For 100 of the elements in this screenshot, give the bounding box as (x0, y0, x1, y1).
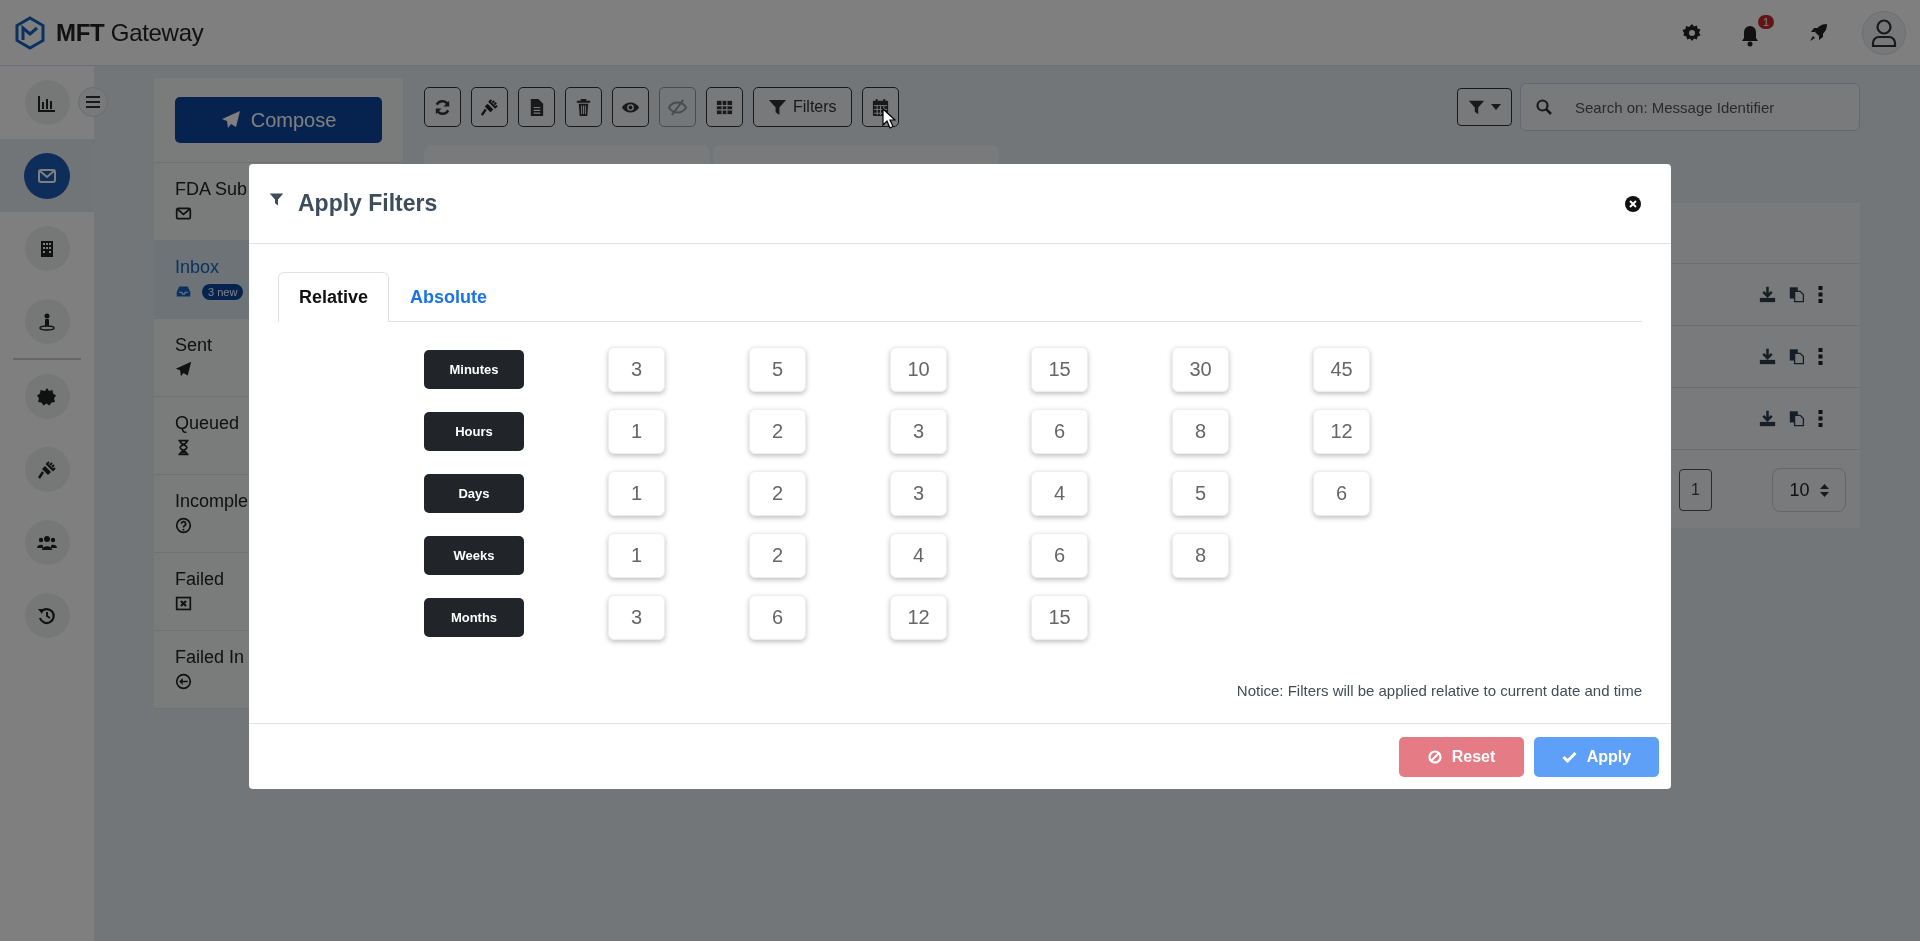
value-button[interactable]: 3 (608, 595, 665, 640)
value-button[interactable]: 1 (608, 471, 665, 516)
value-button[interactable]: 10 (890, 347, 947, 392)
brand-name: MFT Gateway (56, 18, 204, 47)
close-icon (1625, 195, 1641, 212)
bell-icon (1740, 24, 1760, 47)
value-button[interactable]: 12 (1313, 409, 1370, 454)
folder-label: Failed (175, 569, 225, 590)
filter-dropdown[interactable] (1457, 88, 1512, 126)
page-button[interactable]: 1 (1679, 469, 1712, 511)
value-button[interactable]: 3 (890, 471, 947, 516)
notification-count: 1 (1757, 14, 1774, 29)
value-button[interactable]: 45 (1313, 347, 1370, 392)
compose-button[interactable]: Compose (175, 97, 382, 143)
nav-button[interactable] (24, 520, 70, 565)
value-button[interactable]: 1 (608, 533, 665, 578)
value-button[interactable]: 2 (749, 533, 806, 578)
value-button[interactable]: 6 (1031, 533, 1088, 578)
folder-label: Inbox (175, 257, 220, 278)
person-pin-icon (37, 311, 57, 332)
rocket-icon (1808, 22, 1828, 43)
user-icon (1870, 17, 1898, 48)
sort-icon (1819, 483, 1829, 497)
cursor-icon (882, 108, 896, 129)
value-button[interactable]: 5 (1172, 471, 1229, 516)
trash-icon (574, 97, 593, 117)
unit-label: Weeks (424, 536, 524, 575)
nav-button[interactable] (24, 152, 70, 199)
nav-button[interactable] (24, 80, 70, 125)
paper-plane-icon (175, 361, 192, 378)
envelope-icon (175, 205, 192, 222)
value-button[interactable]: 8 (1172, 409, 1229, 454)
nav-button[interactable] (24, 299, 70, 344)
download-icon[interactable] (1759, 410, 1776, 427)
value-button[interactable]: 2 (749, 409, 806, 454)
badge-icon (37, 386, 57, 407)
value-button[interactable]: 12 (890, 595, 947, 640)
download-icon[interactable] (1759, 286, 1776, 303)
copy-icon[interactable] (1789, 348, 1805, 365)
dialog-title: Apply Filters (298, 190, 438, 217)
nav-button[interactable] (24, 593, 70, 638)
menu-icon (85, 95, 101, 109)
folder-label: FDA Sub (175, 179, 248, 200)
value-button[interactable]: 6 (1031, 409, 1088, 454)
value-button[interactable]: 5 (749, 347, 806, 392)
value-button[interactable]: 1 (608, 409, 665, 454)
search-icon (1536, 99, 1552, 115)
folder-label: Sent (175, 335, 213, 356)
notifications-button[interactable]: 1 (1736, 14, 1774, 51)
value-button[interactable]: 3 (890, 409, 947, 454)
filter-icon (768, 97, 787, 117)
folder-label: Incomple (175, 491, 249, 512)
unit-label: Minutes (424, 350, 524, 389)
caret-icon (1491, 104, 1501, 110)
value-button[interactable]: 30 (1172, 347, 1229, 392)
check-icon (1561, 750, 1577, 763)
toolbar-button[interactable]: Filters (753, 87, 852, 127)
unit-label: Days (424, 474, 524, 513)
value-button[interactable]: 4 (1031, 471, 1088, 516)
new-count-badge: 3 new (202, 283, 244, 300)
search-field[interactable]: Search on: Message Identifier (1520, 83, 1860, 131)
menu-button[interactable] (78, 87, 108, 117)
page-size-select[interactable]: 10 (1772, 468, 1846, 512)
value-button[interactable]: 15 (1031, 347, 1088, 392)
plug-icon (480, 97, 499, 117)
value-button[interactable]: 4 (890, 533, 947, 578)
value-button[interactable]: 6 (1313, 471, 1370, 516)
refresh-icon (433, 97, 452, 117)
ban-icon (1427, 749, 1442, 764)
tab[interactable]: Relative (278, 272, 390, 322)
value-button[interactable]: 3 (608, 347, 665, 392)
nav-button[interactable] (24, 447, 70, 492)
value-button[interactable]: 2 (749, 471, 806, 516)
download-icon[interactable] (1759, 348, 1776, 365)
user-avatar[interactable] (1862, 10, 1906, 55)
copy-icon[interactable] (1789, 410, 1805, 427)
question-icon (175, 517, 192, 534)
notice-text: Notice: Filters will be applied relative to current date and time (1235, 682, 1642, 699)
more-icon[interactable] (1818, 410, 1823, 427)
history-icon (37, 605, 57, 626)
copy-icon[interactable] (1789, 286, 1805, 303)
unit-label: Months (424, 598, 524, 637)
value-button[interactable]: 6 (749, 595, 806, 640)
logo-icon (14, 15, 46, 50)
value-button[interactable]: 15 (1031, 595, 1088, 640)
tab[interactable]: Absolute (389, 272, 509, 322)
inbox-icon (175, 283, 192, 300)
folder-label: Failed In (175, 647, 245, 668)
more-icon[interactable] (1818, 286, 1823, 303)
x-square-icon (175, 595, 192, 612)
hourglass-icon (175, 439, 192, 456)
close-button[interactable] (1623, 193, 1643, 214)
filter-icon (1468, 98, 1485, 116)
nav-button[interactable] (24, 374, 70, 419)
paper-plane-icon (220, 110, 241, 130)
folder-label: Queued (175, 413, 240, 434)
value-button[interactable]: 8 (1172, 533, 1229, 578)
nav-button[interactable] (24, 226, 70, 271)
more-icon[interactable] (1818, 348, 1823, 365)
settings-icon (1682, 22, 1702, 43)
